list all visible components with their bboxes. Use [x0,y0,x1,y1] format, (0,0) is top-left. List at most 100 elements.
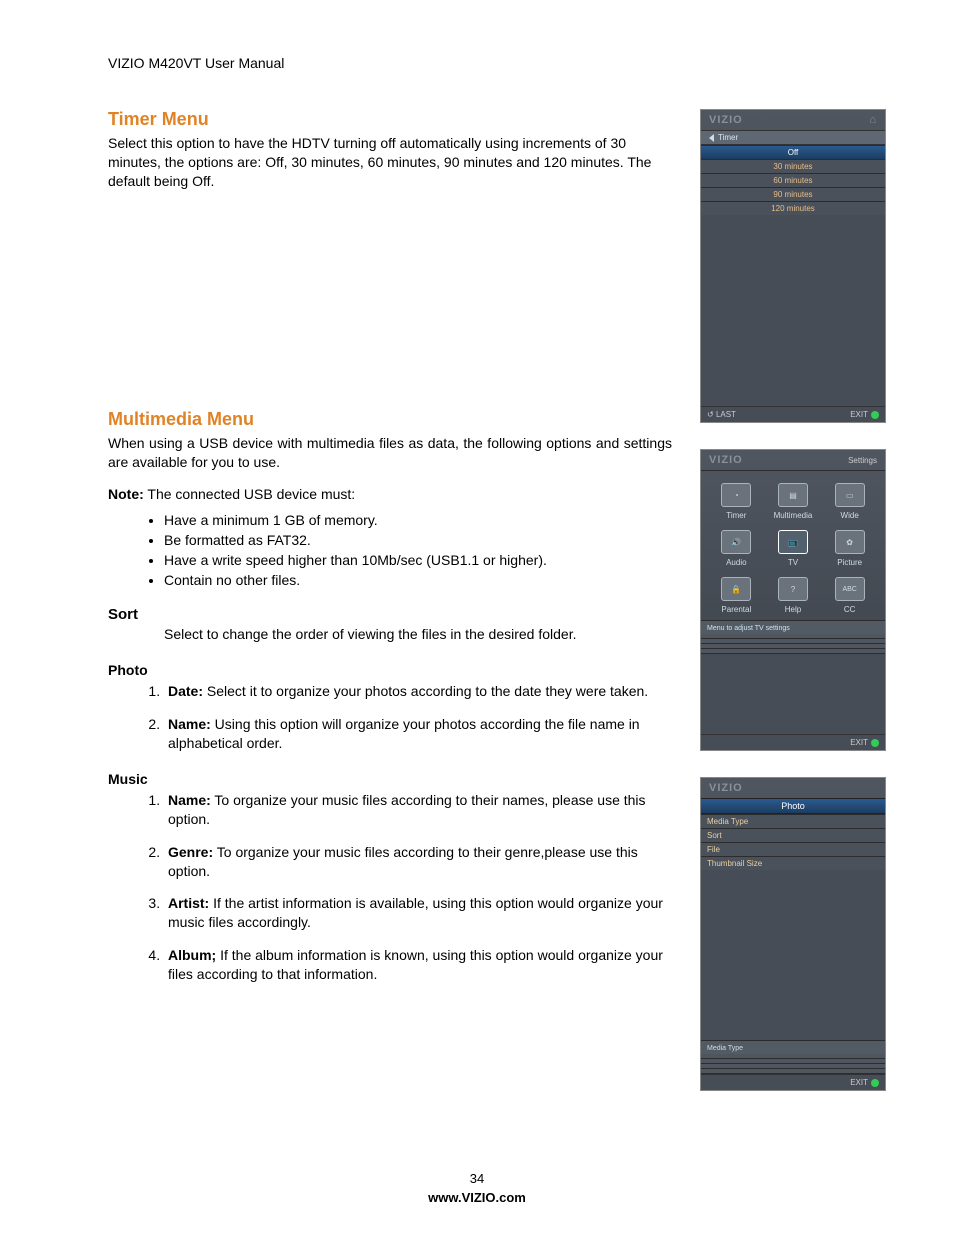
osd-option-120: 120 minutes [701,201,885,215]
osd-last-label: ↺ LAST [707,410,736,419]
osd-row-thumbnail: Thumbnail Size [701,856,885,870]
osd-settings-grid: ◔Timer ▤Multimedia ▭Wide 🔊Audio 📺TV ✿Pic… [701,471,885,620]
osd-option-60: 60 minutes [701,173,885,187]
osd-cell-cc: ABCCC [824,577,875,614]
osd-cell-multimedia: ▤Multimedia [768,483,819,520]
multimedia-intro: When using a USB device with multimedia … [108,434,672,472]
osd-brand-text: VIZIO [709,782,743,794]
item-text: If the artist information is available, … [168,895,663,930]
osd-blank-lines [701,1054,885,1074]
content-columns: Timer Menu Select this option to have th… [108,109,886,1117]
osd-exit-label: EXIT [850,1078,879,1087]
list-item: Name: Using this option will organize yo… [164,715,672,753]
osd-option-30: 30 minutes [701,159,885,173]
text-column: Timer Menu Select this option to have th… [108,109,672,1117]
footer-url: www.VIZIO.com [0,1190,954,1205]
tv-icon: 📺 [778,530,808,554]
manual-page: VIZIO M420VT User Manual Timer Menu Sele… [0,0,954,1235]
document-header: VIZIO M420VT User Manual [108,55,886,71]
osd-timer-screenshot: VIZIO ⌂ Timer Off 30 minutes 60 minutes … [700,109,886,423]
sort-body: Select to change the order of viewing th… [108,625,672,644]
music-heading: Music [108,771,672,787]
speaker-icon: 🔊 [721,530,751,554]
osd-empty-area [701,654,885,734]
item-text: To organize your music files according t… [168,844,638,879]
item-text: To organize your music files according t… [168,792,646,827]
osd-footer-bar: ↺ LAST EXIT [701,406,885,422]
osd-empty-area [701,215,885,406]
osd-footer-bar: EXIT [701,1074,885,1090]
osd-tab-label: Timer [718,133,738,142]
item-label: Artist: [168,895,209,911]
list-item: Genre: To organize your music files acco… [164,843,672,881]
osd-title-center: Photo [701,798,885,814]
home-icon: ⌂ [869,114,877,126]
spacer [108,199,672,409]
usb-requirements-list: Have a minimum 1 GB of memory. Be format… [108,512,672,588]
exit-icon [871,411,879,419]
osd-settings-screenshot: VIZIO Settings ◔Timer ▤Multimedia ▭Wide … [700,449,886,751]
lock-icon: 🔒 [721,577,751,601]
usb-note: Note: The connected USB device must: [108,485,672,504]
item-label: Genre: [168,844,213,860]
osd-bottom-label: Media Type [701,1040,885,1054]
exit-icon [871,1079,879,1087]
osd-exit-label: EXIT [850,738,879,747]
list-item: Artist: If the artist information is ava… [164,894,672,932]
osd-photo-screenshot: VIZIO Photo Media Type Sort File Thumbna… [700,777,886,1091]
osd-empty-area [701,870,885,1040]
picture-icon: ✿ [835,530,865,554]
item-label: Album; [168,947,216,963]
list-item: Contain no other files. [164,572,672,588]
photo-heading: Photo [108,662,672,678]
osd-cell-picture: ✿Picture [824,530,875,567]
osd-title-right: Settings [848,456,877,465]
osd-brand-bar: VIZIO [701,778,885,798]
osd-cell-tv: 📺TV [768,530,819,567]
item-label: Name: [168,792,211,808]
clock-icon: ◔ [721,483,751,507]
item-text: Using this option will organize your pho… [168,716,640,751]
item-label: Date: [168,683,203,699]
osd-row-media-type: Media Type [701,814,885,828]
osd-cell-wide: ▭Wide [824,483,875,520]
music-list: Name: To organize your music files accor… [108,791,672,984]
osd-exit-label: EXIT [850,410,879,419]
osd-cell-parental: 🔒Parental [711,577,762,614]
osd-tab-bar: Timer [701,130,885,145]
help-icon: ? [778,577,808,601]
osd-footer-bar: EXIT [701,734,885,750]
arrow-left-icon [709,134,714,142]
timer-menu-body: Select this option to have the HDTV turn… [108,134,672,191]
timer-menu-heading: Timer Menu [108,109,672,130]
osd-cell-audio: 🔊Audio [711,530,762,567]
osd-row-sort: Sort [701,828,885,842]
osd-option-90: 90 minutes [701,187,885,201]
osd-brand-bar: VIZIO ⌂ [701,110,885,130]
list-item: Name: To organize your music files accor… [164,791,672,829]
page-footer: 34 www.VIZIO.com [0,1171,954,1205]
multimedia-icon: ▤ [778,483,808,507]
item-text: Select it to organize your photos accord… [203,683,648,699]
figures-column: VIZIO ⌂ Timer Off 30 minutes 60 minutes … [700,109,886,1117]
cc-icon: ABC [835,577,865,601]
osd-cell-timer: ◔Timer [711,483,762,520]
osd-row-file: File [701,842,885,856]
item-text: If the album information is known, using… [168,947,663,982]
photo-list: Date: Select it to organize your photos … [108,682,672,753]
list-item: Have a minimum 1 GB of memory. [164,512,672,528]
page-number: 34 [0,1171,954,1186]
osd-blank-lines [701,634,885,654]
osd-cell-help: ?Help [768,577,819,614]
exit-icon [871,739,879,747]
osd-brand-text: VIZIO [709,114,743,126]
note-label: Note: [108,486,144,502]
list-item: Have a write speed higher than 10Mb/sec … [164,552,672,568]
multimedia-menu-heading: Multimedia Menu [108,409,672,430]
osd-brand-text: VIZIO [709,454,743,466]
list-item: Be formatted as FAT32. [164,532,672,548]
osd-option-off: Off [701,145,885,159]
wide-icon: ▭ [835,483,865,507]
sort-heading: Sort [108,606,672,623]
item-label: Name: [168,716,211,732]
